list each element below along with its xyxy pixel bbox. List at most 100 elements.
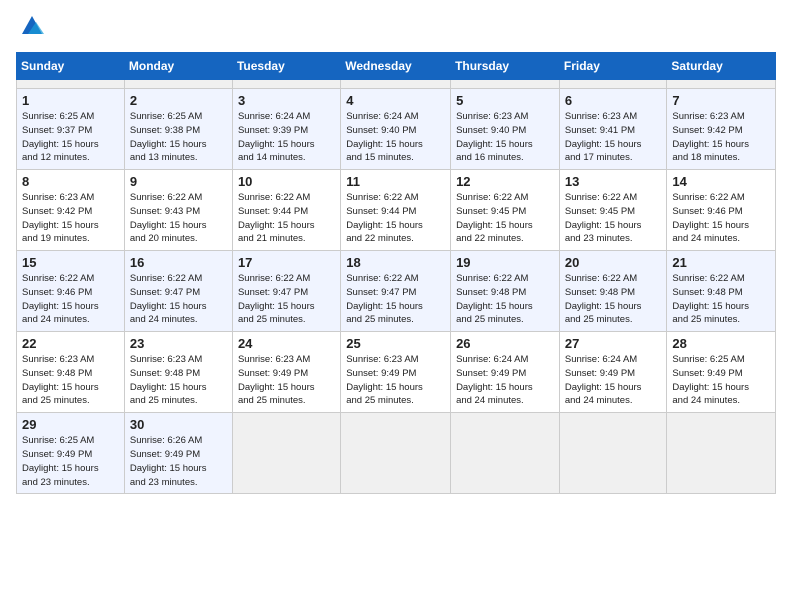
calendar-cell	[559, 80, 667, 89]
day-number: 20	[565, 255, 662, 270]
day-number: 10	[238, 174, 335, 189]
day-number: 17	[238, 255, 335, 270]
calendar-cell: 12 Sunrise: 6:22 AM Sunset: 9:45 PM Dayli…	[451, 170, 560, 251]
day-info: Sunrise: 6:22 AM Sunset: 9:46 PM Dayligh…	[22, 272, 119, 327]
day-number: 9	[130, 174, 227, 189]
calendar-cell: 18Sunrise: 6:22 AM Sunset: 9:47 PM Dayli…	[341, 251, 451, 332]
calendar-cell: 29Sunrise: 6:25 AM Sunset: 9:49 PM Dayli…	[17, 413, 125, 494]
day-info: Sunrise: 6:26 AM Sunset: 9:49 PM Dayligh…	[130, 434, 227, 489]
day-info: Sunrise: 6:22 AM Sunset: 9:48 PM Dayligh…	[456, 272, 554, 327]
calendar-week-5: 22 Sunrise: 6:23 AM Sunset: 9:48 PM Dayli…	[17, 332, 776, 413]
day-info: Sunrise: 6:23 AM Sunset: 9:42 PM Dayligh…	[672, 110, 770, 165]
calendar-cell: 4Sunrise: 6:24 AM Sunset: 9:40 PM Daylig…	[341, 89, 451, 170]
calendar-cell: 3 Sunrise: 6:24 AM Sunset: 9:39 PM Daylig…	[232, 89, 340, 170]
calendar-cell	[667, 413, 776, 494]
day-info: Sunrise: 6:24 AM Sunset: 9:39 PM Dayligh…	[238, 110, 335, 165]
calendar-cell: 25 Sunrise: 6:23 AM Sunset: 9:49 PM Dayli…	[341, 332, 451, 413]
calendar-cell: 28Sunrise: 6:25 AM Sunset: 9:49 PM Dayli…	[667, 332, 776, 413]
day-info: Sunrise: 6:22 AM Sunset: 9:47 PM Dayligh…	[238, 272, 335, 327]
column-header-wednesday: Wednesday	[341, 53, 451, 80]
calendar-header-row: SundayMondayTuesdayWednesdayThursdayFrid…	[17, 53, 776, 80]
calendar-week-6: 29Sunrise: 6:25 AM Sunset: 9:49 PM Dayli…	[17, 413, 776, 494]
day-number: 24	[238, 336, 335, 351]
day-number: 23	[130, 336, 227, 351]
calendar-cell: 7 Sunrise: 6:23 AM Sunset: 9:42 PM Daylig…	[667, 89, 776, 170]
day-info: Sunrise: 6:24 AM Sunset: 9:49 PM Dayligh…	[456, 353, 554, 408]
day-number: 16	[130, 255, 227, 270]
calendar-cell	[17, 80, 125, 89]
calendar-cell: 1 Sunrise: 6:25 AM Sunset: 9:37 PM Daylig…	[17, 89, 125, 170]
day-info: Sunrise: 6:22 AM Sunset: 9:47 PM Dayligh…	[346, 272, 445, 327]
logo	[16, 16, 46, 40]
day-number: 7	[672, 93, 770, 108]
day-number: 11	[346, 174, 445, 189]
calendar-cell: 21 Sunrise: 6:22 AM Sunset: 9:48 PM Dayli…	[667, 251, 776, 332]
calendar-cell: 2Sunrise: 6:25 AM Sunset: 9:38 PM Daylig…	[124, 89, 232, 170]
calendar-week-3: 8Sunrise: 6:23 AM Sunset: 9:42 PM Daylig…	[17, 170, 776, 251]
day-info: Sunrise: 6:23 AM Sunset: 9:49 PM Dayligh…	[238, 353, 335, 408]
day-number: 1	[22, 93, 119, 108]
day-number: 26	[456, 336, 554, 351]
column-header-tuesday: Tuesday	[232, 53, 340, 80]
calendar-cell: 20Sunrise: 6:22 AM Sunset: 9:48 PM Dayli…	[559, 251, 667, 332]
day-info: Sunrise: 6:22 AM Sunset: 9:45 PM Dayligh…	[565, 191, 662, 246]
day-number: 28	[672, 336, 770, 351]
day-info: Sunrise: 6:22 AM Sunset: 9:48 PM Dayligh…	[672, 272, 770, 327]
calendar-cell: 30 Sunrise: 6:26 AM Sunset: 9:49 PM Dayli…	[124, 413, 232, 494]
day-number: 29	[22, 417, 119, 432]
day-info: Sunrise: 6:23 AM Sunset: 9:40 PM Dayligh…	[456, 110, 554, 165]
calendar-cell: 15 Sunrise: 6:22 AM Sunset: 9:46 PM Dayli…	[17, 251, 125, 332]
calendar-cell: 17 Sunrise: 6:22 AM Sunset: 9:47 PM Dayli…	[232, 251, 340, 332]
day-number: 13	[565, 174, 662, 189]
day-info: Sunrise: 6:25 AM Sunset: 9:37 PM Dayligh…	[22, 110, 119, 165]
calendar-cell: 22 Sunrise: 6:23 AM Sunset: 9:48 PM Dayli…	[17, 332, 125, 413]
day-info: Sunrise: 6:22 AM Sunset: 9:44 PM Dayligh…	[346, 191, 445, 246]
day-info: Sunrise: 6:22 AM Sunset: 9:44 PM Dayligh…	[238, 191, 335, 246]
day-info: Sunrise: 6:22 AM Sunset: 9:43 PM Dayligh…	[130, 191, 227, 246]
calendar-cell	[124, 80, 232, 89]
calendar-cell: 13 Sunrise: 6:22 AM Sunset: 9:45 PM Dayli…	[559, 170, 667, 251]
day-info: Sunrise: 6:23 AM Sunset: 9:42 PM Dayligh…	[22, 191, 119, 246]
calendar-table: SundayMondayTuesdayWednesdayThursdayFrid…	[16, 52, 776, 494]
calendar-cell	[451, 413, 560, 494]
calendar-week-2: 1 Sunrise: 6:25 AM Sunset: 9:37 PM Daylig…	[17, 89, 776, 170]
day-number: 30	[130, 417, 227, 432]
day-number: 19	[456, 255, 554, 270]
column-header-friday: Friday	[559, 53, 667, 80]
day-info: Sunrise: 6:25 AM Sunset: 9:38 PM Dayligh…	[130, 110, 227, 165]
calendar-cell	[451, 80, 560, 89]
day-number: 12	[456, 174, 554, 189]
day-info: Sunrise: 6:22 AM Sunset: 9:47 PM Dayligh…	[130, 272, 227, 327]
day-number: 14	[672, 174, 770, 189]
day-number: 27	[565, 336, 662, 351]
calendar-cell: 24 Sunrise: 6:23 AM Sunset: 9:49 PM Dayli…	[232, 332, 340, 413]
column-header-thursday: Thursday	[451, 53, 560, 80]
day-info: Sunrise: 6:23 AM Sunset: 9:49 PM Dayligh…	[346, 353, 445, 408]
column-header-saturday: Saturday	[667, 53, 776, 80]
calendar-cell	[341, 80, 451, 89]
day-number: 6	[565, 93, 662, 108]
day-info: Sunrise: 6:22 AM Sunset: 9:46 PM Dayligh…	[672, 191, 770, 246]
day-number: 15	[22, 255, 119, 270]
calendar-cell: 8Sunrise: 6:23 AM Sunset: 9:42 PM Daylig…	[17, 170, 125, 251]
calendar-cell: 11 Sunrise: 6:22 AM Sunset: 9:44 PM Dayli…	[341, 170, 451, 251]
calendar-cell: 10 Sunrise: 6:22 AM Sunset: 9:44 PM Dayli…	[232, 170, 340, 251]
day-number: 4	[346, 93, 445, 108]
calendar-week-4: 15 Sunrise: 6:22 AM Sunset: 9:46 PM Dayli…	[17, 251, 776, 332]
calendar-cell: 9 Sunrise: 6:22 AM Sunset: 9:43 PM Daylig…	[124, 170, 232, 251]
day-info: Sunrise: 6:22 AM Sunset: 9:45 PM Dayligh…	[456, 191, 554, 246]
day-number: 22	[22, 336, 119, 351]
day-number: 21	[672, 255, 770, 270]
calendar-cell	[232, 80, 340, 89]
calendar-cell: 26 Sunrise: 6:24 AM Sunset: 9:49 PM Dayli…	[451, 332, 560, 413]
page-header	[16, 16, 776, 40]
day-number: 5	[456, 93, 554, 108]
calendar-cell: 27Sunrise: 6:24 AM Sunset: 9:49 PM Dayli…	[559, 332, 667, 413]
column-header-sunday: Sunday	[17, 53, 125, 80]
calendar-cell: 14 Sunrise: 6:22 AM Sunset: 9:46 PM Dayli…	[667, 170, 776, 251]
day-number: 25	[346, 336, 445, 351]
calendar-cell: 23Sunrise: 6:23 AM Sunset: 9:48 PM Dayli…	[124, 332, 232, 413]
calendar-cell: 16 Sunrise: 6:22 AM Sunset: 9:47 PM Dayli…	[124, 251, 232, 332]
day-info: Sunrise: 6:23 AM Sunset: 9:48 PM Dayligh…	[22, 353, 119, 408]
day-number: 3	[238, 93, 335, 108]
